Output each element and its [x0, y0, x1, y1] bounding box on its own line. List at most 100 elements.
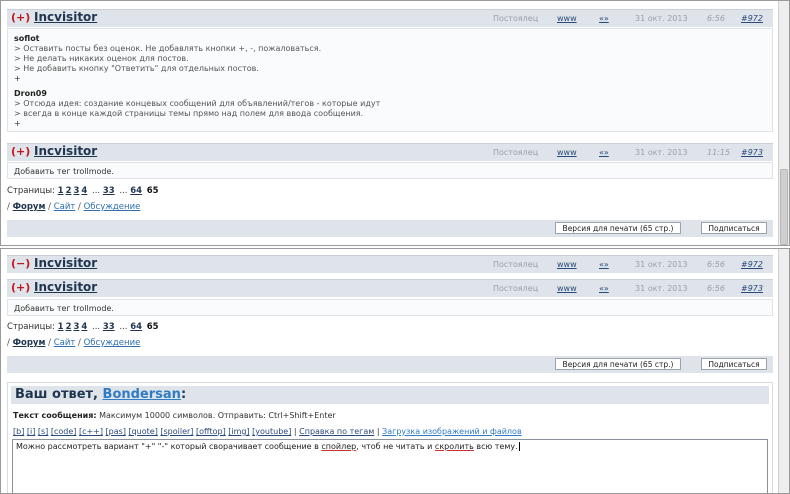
pagination-ellipsis: ...	[92, 186, 101, 196]
post-date: 31 окт. 2013	[635, 148, 688, 157]
breadcrumb-separator: /	[48, 202, 51, 212]
post-header: (+) Incvisitor Постоялец www «» 31 окт. …	[7, 9, 773, 27]
post-author-link[interactable]: Incvisitor	[34, 10, 97, 24]
message-text: , чтоб не читать и	[356, 442, 435, 451]
print-version-button[interactable]: Версия для печати (65 стр.)	[555, 358, 681, 370]
quote-author: Dron09	[14, 89, 47, 98]
tag-youtube-button[interactable]: [youtube]	[252, 427, 291, 436]
tag-img-button[interactable]: [img]	[228, 427, 249, 436]
misspelled-word: скролить	[434, 442, 474, 451]
body-line: Добавить тег trollmode.	[14, 167, 114, 176]
forum-frame-bottom: (−) Incvisitor Постоялец www «» 31 окт. …	[0, 248, 790, 494]
quote-link[interactable]: «»	[599, 148, 609, 157]
quote-link[interactable]: «»	[599, 14, 609, 23]
quote-line: > Не делать никаких оценок для постов.	[14, 54, 189, 63]
reply-username-link[interactable]: Bondersan	[103, 387, 181, 402]
page-link[interactable]: 64	[130, 186, 142, 196]
post-author-link[interactable]: Incvisitor	[34, 256, 97, 270]
post-number-link[interactable]: #973	[741, 284, 763, 293]
tag-pas-button[interactable]: [pas]	[106, 427, 126, 436]
rate-toggle[interactable]: (−)	[11, 257, 30, 270]
breadcrumb-site[interactable]: Сайт	[54, 338, 76, 348]
rate-toggle[interactable]: (+)	[11, 145, 30, 158]
tag-spoiler-button[interactable]: [spoiler]	[160, 427, 193, 436]
page-link[interactable]: 1	[58, 322, 64, 332]
pagination: Страницы: 1234 ... 33 ... 64 65	[7, 322, 159, 332]
message-info-text: Максимум 10000 символов. Отправить: Ctrl…	[99, 411, 336, 420]
breadcrumb-forum[interactable]: Форум	[13, 202, 46, 212]
breadcrumb-separator: /	[78, 202, 81, 212]
page-link[interactable]: 1	[58, 186, 64, 196]
breadcrumb-forum[interactable]: Форум	[13, 338, 46, 348]
breadcrumb-discussion[interactable]: Обсуждение	[84, 202, 141, 212]
pagination-ellipsis: ...	[92, 322, 101, 332]
post-time: 6:56	[707, 284, 725, 293]
author-role: Постоялец	[493, 14, 539, 23]
post-header: (−) Incvisitor Постоялец www «» 31 окт. …	[7, 255, 773, 273]
tags-help-link[interactable]: Справка по тегам	[299, 427, 374, 436]
message-textarea[interactable]: Можно рассмотреть вариант "+" "-" которы…	[12, 439, 768, 493]
page-link[interactable]: 4	[81, 186, 87, 196]
scrollbar-thumb[interactable]	[780, 169, 788, 245]
body-line: +	[14, 119, 21, 128]
www-link[interactable]: www	[557, 148, 577, 157]
message-text: всю тему.	[473, 442, 518, 451]
subscribe-button[interactable]: Подписаться	[701, 222, 767, 234]
page-link[interactable]: 2	[66, 186, 72, 196]
message-info: Текст сообщения: Максимум 10000 символов…	[13, 411, 336, 420]
page-link[interactable]: 33	[103, 186, 115, 196]
scrollbar[interactable]	[778, 1, 789, 245]
post-body: Добавить тег trollmode.	[7, 299, 773, 316]
breadcrumb-discussion[interactable]: Обсуждение	[84, 338, 141, 348]
breadcrumb-separator: /	[78, 338, 81, 348]
post-body: Добавить тег trollmode.	[7, 162, 773, 179]
post-author-link[interactable]: Incvisitor	[34, 144, 97, 158]
page-link[interactable]: 33	[103, 322, 115, 332]
page-link[interactable]: 64	[130, 322, 142, 332]
upload-files-link[interactable]: Загрузка изображений и файлов	[382, 427, 522, 436]
print-version-button[interactable]: Версия для печати (65 стр.)	[555, 222, 681, 234]
body-line: Добавить тег trollmode.	[14, 304, 114, 313]
author-role: Постоялец	[493, 284, 539, 293]
tag-quote-button[interactable]: [quote]	[128, 427, 157, 436]
www-link[interactable]: www	[557, 284, 577, 293]
post-date: 31 окт. 2013	[635, 14, 688, 23]
www-link[interactable]: www	[557, 14, 577, 23]
rate-toggle[interactable]: (+)	[11, 281, 30, 294]
rate-toggle[interactable]: (+)	[11, 11, 30, 24]
tag-strike-button[interactable]: [s]	[38, 427, 48, 436]
scrollbar[interactable]	[778, 249, 789, 493]
breadcrumb-site[interactable]: Сайт	[54, 202, 76, 212]
subscribe-button[interactable]: Подписаться	[701, 358, 767, 370]
breadcrumb: / Форум / Сайт / Обсуждение	[7, 338, 140, 348]
current-page: 65	[146, 322, 159, 332]
post-number-link[interactable]: #972	[741, 14, 763, 23]
tag-offtop-button[interactable]: [offtop]	[196, 427, 226, 436]
page-link[interactable]: 3	[73, 186, 79, 196]
tag-code-button[interactable]: [code]	[51, 427, 77, 436]
post-number-link[interactable]: #973	[741, 148, 763, 157]
toolbar-separator: |	[376, 427, 380, 436]
tag-cpp-button[interactable]: [c++]	[79, 427, 103, 436]
tag-italic-button[interactable]: [i]	[27, 427, 35, 436]
formatting-toolbar: [b] [i] [s] [code] [c++] [pas] [quote] […	[13, 427, 522, 436]
www-link[interactable]: www	[557, 260, 577, 269]
post-number-link[interactable]: #972	[741, 260, 763, 269]
toolbar-separator: |	[293, 427, 297, 436]
page-link[interactable]: 4	[81, 322, 87, 332]
message-info-label: Текст сообщения:	[13, 411, 97, 420]
post-author-link[interactable]: Incvisitor	[34, 280, 97, 294]
post-date: 31 окт. 2013	[635, 284, 688, 293]
page-link[interactable]: 2	[66, 322, 72, 332]
page-link[interactable]: 3	[73, 322, 79, 332]
thread-toolbar: Версия для печати (65 стр.) Подписаться	[7, 220, 773, 237]
pagination: Страницы: 1234 ... 33 ... 64 65	[7, 186, 159, 196]
tag-bold-button[interactable]: [b]	[13, 427, 24, 436]
quote-author: soflot	[14, 34, 40, 43]
pagination-ellipsis: ...	[119, 322, 128, 332]
quote-line: > Оставить посты без оценок. Не добавлят…	[14, 44, 322, 53]
breadcrumb-separator: /	[7, 338, 10, 348]
pagination-label: Страницы:	[7, 322, 55, 332]
quote-link[interactable]: «»	[599, 260, 609, 269]
quote-link[interactable]: «»	[599, 284, 609, 293]
